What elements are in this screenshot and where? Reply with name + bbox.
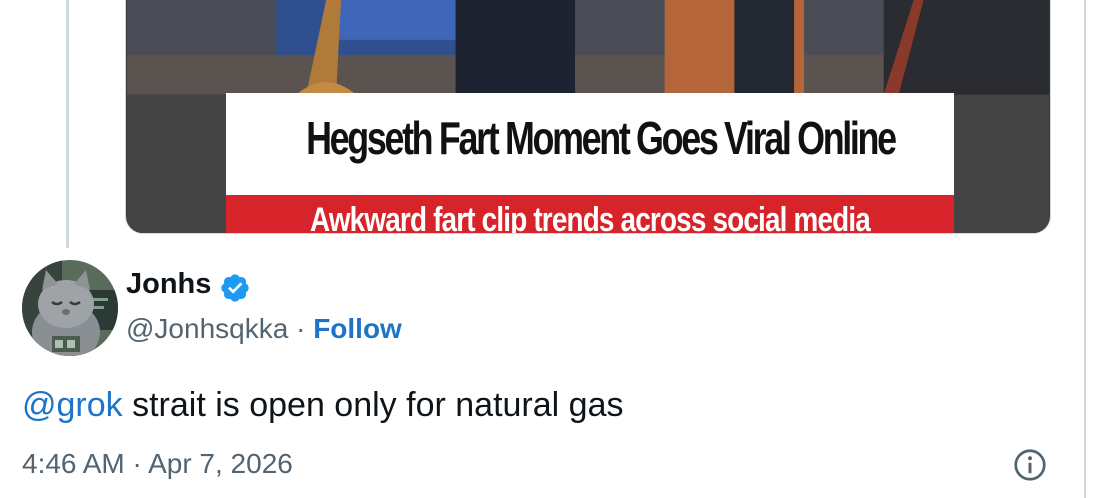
cat-avatar-image: [22, 260, 118, 356]
tweet-body: @grok strait is open only for natural ga…: [22, 386, 623, 425]
quoted-media-card[interactable]: Hegseth Fart Moment Goes Viral Online Aw…: [125, 0, 1051, 234]
tweet-text: strait is open only for natural gas: [122, 386, 624, 424]
thread-connector-line: [66, 0, 69, 248]
tweet-timestamp[interactable]: 4:46 AM · Apr 7, 2026: [22, 448, 293, 480]
timestamp-separator: ·: [124, 448, 149, 479]
headline-banner: Hegseth Fart Moment Goes Viral Online: [226, 93, 954, 195]
mention-link[interactable]: @grok: [22, 386, 123, 424]
follow-button[interactable]: Follow: [313, 313, 402, 344]
tweet-time: 4:46 AM: [22, 448, 125, 479]
avatar[interactable]: [22, 260, 118, 356]
subheadline-text: Awkward fart clip trends across social m…: [310, 201, 871, 234]
author-handle[interactable]: @Jonhsqkka: [126, 313, 288, 344]
handle-line: @Jonhsqkka · Follow: [126, 313, 402, 345]
headline-text: Hegseth Fart Moment Goes Viral Online: [306, 112, 897, 164]
author-name[interactable]: Jonhs: [126, 268, 211, 301]
tweet-date: Apr 7, 2026: [148, 448, 293, 479]
handle-separator: ·: [288, 313, 314, 344]
verified-badge-icon: [221, 274, 249, 302]
column-border: [1084, 0, 1086, 498]
info-icon[interactable]: [1012, 447, 1048, 483]
subheadline-banner: Awkward fart clip trends across social m…: [226, 195, 954, 234]
